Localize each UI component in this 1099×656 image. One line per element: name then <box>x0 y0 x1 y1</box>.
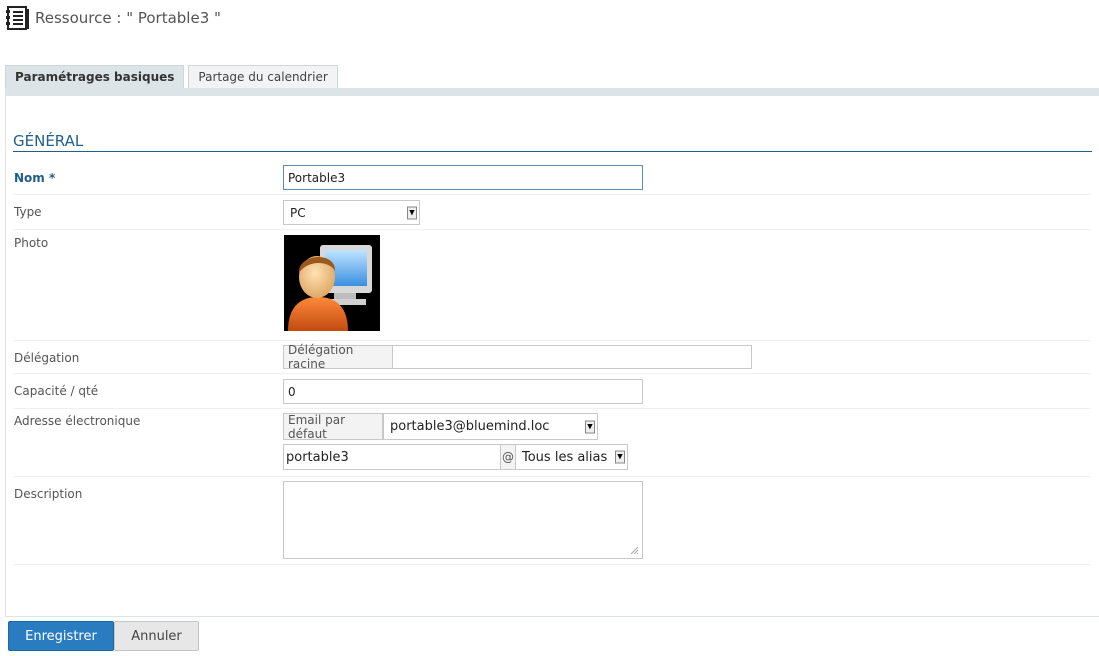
type-label: Type <box>14 205 42 219</box>
resize-grip-icon[interactable] <box>630 546 639 555</box>
row-delegation: Délégation Délégation racine <box>13 341 1091 374</box>
tab-strip <box>5 88 1099 96</box>
chevron-down-icon: ▼ <box>585 420 595 433</box>
page-header: Ressource : " Portable3 " <box>5 5 221 31</box>
row-name: Nom * <box>13 164 1091 195</box>
name-label: Nom * <box>14 171 56 185</box>
row-email: Adresse électronique Email par défaut po… <box>13 409 1091 477</box>
row-photo: Photo <box>13 230 1091 341</box>
alias-local-input[interactable] <box>283 444 501 470</box>
chevron-down-icon: ▼ <box>615 450 625 464</box>
form-panel: GÉNÉRAL Nom * Type PC ▼ Photo <box>5 96 1099 617</box>
photo-label: Photo <box>14 236 49 250</box>
tab-basic-settings[interactable]: Paramétrages basiques <box>5 65 185 88</box>
capacity-label: Capacité / qté <box>14 384 99 398</box>
type-value: PC <box>290 205 306 220</box>
email-default-addon: Email par défaut <box>283 413 383 441</box>
page-title: Ressource : " Portable3 " <box>35 9 221 27</box>
email-label: Adresse électronique <box>14 414 141 428</box>
type-select[interactable]: PC ▼ <box>283 200 420 225</box>
section-title: GÉNÉRAL <box>13 132 1092 152</box>
resource-icon <box>6 6 29 30</box>
email-default-value: portable3@bluemind.loc <box>390 419 550 434</box>
alias-domain-select[interactable]: Tous les alias ▼ <box>515 444 628 470</box>
delegation-root-addon: Délégation racine <box>283 343 393 371</box>
save-button[interactable]: Enregistrer <box>8 621 114 651</box>
user-computer-avatar-icon <box>284 235 380 331</box>
tab-bar: Paramétrages basiques Partage du calendr… <box>5 65 342 88</box>
alias-domain-value: Tous les alias <box>522 449 608 465</box>
capacity-input[interactable] <box>283 379 643 404</box>
name-input[interactable] <box>283 165 643 190</box>
chevron-down-icon: ▼ <box>407 206 417 219</box>
description-textarea[interactable] <box>283 481 643 559</box>
row-capacity: Capacité / qté <box>13 374 1091 409</box>
row-description: Description <box>13 477 1091 565</box>
delegation-input[interactable] <box>392 345 752 369</box>
cancel-button[interactable]: Annuler <box>114 621 199 651</box>
resource-photo[interactable] <box>284 235 380 331</box>
email-default-select[interactable]: portable3@bluemind.loc ▼ <box>383 413 598 440</box>
description-label: Description <box>14 487 83 501</box>
delegation-label: Délégation <box>14 351 80 365</box>
row-type: Type PC ▼ <box>13 195 1091 230</box>
tab-calendar-sharing[interactable]: Partage du calendrier <box>188 65 338 88</box>
at-sign-addon: @ <box>500 444 516 470</box>
